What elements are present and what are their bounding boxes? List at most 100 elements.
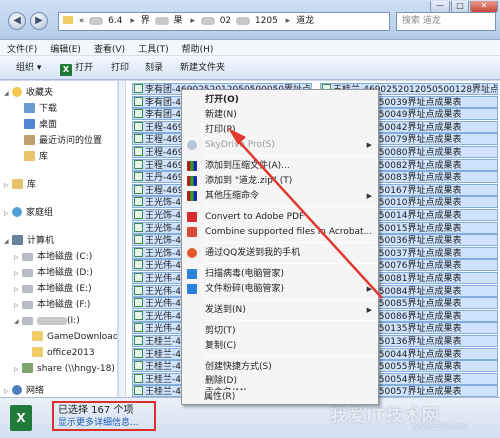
menu-item-copy[interactable]: 复制(C)	[184, 339, 376, 353]
excel-file-icon	[134, 96, 143, 106]
nav-disk-c[interactable]: ▷ 本地磁盘 (C:)	[14, 249, 92, 265]
menu-item-properties[interactable]: 属性(R)	[183, 390, 375, 404]
breadcrumb-overflow[interactable]: «	[79, 16, 85, 26]
menu-tools[interactable]: 工具(T)	[131, 40, 175, 55]
context-menu: 打开(O) 新建(N) 打印(P) SkyDrive Pro(S) ▶ 添加到压缩…	[181, 89, 379, 405]
nav-network[interactable]: ▷ 网络	[4, 383, 44, 397]
back-button[interactable]: ◀	[8, 12, 26, 30]
menu-item-skydrive[interactable]: SkyDrive Pro(S) ▶	[184, 138, 376, 152]
search-input[interactable]: 搜索 道龙	[396, 12, 496, 31]
expand-triangle-icon[interactable]: ▷	[4, 206, 12, 222]
menu-label: SkyDrive Pro(S)	[205, 140, 275, 150]
menu-label: 发送到(N)	[205, 305, 246, 315]
show-more-details-link[interactable]: 显示更多详细信息...	[58, 417, 150, 429]
shield-icon	[187, 269, 197, 279]
expand-triangle-icon[interactable]: ▷	[14, 250, 22, 266]
expand-triangle-icon[interactable]: ◢	[4, 86, 12, 102]
nav-label: 库	[39, 152, 49, 162]
menu-item-convert-pdf[interactable]: Convert to Adobe PDF	[184, 210, 376, 224]
open-button[interactable]: X 打开	[60, 61, 93, 76]
menu-file[interactable]: 文件(F)	[0, 40, 43, 55]
nav-recent[interactable]: 最近访问的位置	[24, 133, 102, 149]
menu-edit[interactable]: 编辑(E)	[43, 40, 87, 55]
nav-libraries[interactable]: ▷ 库	[4, 177, 36, 193]
burn-button[interactable]: 刻录	[145, 61, 163, 75]
menu-separator	[209, 356, 375, 357]
expand-triangle-icon[interactable]: ▷	[4, 178, 12, 194]
forward-button[interactable]: ▶	[30, 12, 48, 30]
nav-disk-d[interactable]: ▷ 本地磁盘 (D:)	[14, 265, 93, 281]
submenu-arrow-icon: ▶	[366, 306, 372, 314]
expand-triangle-icon[interactable]: ◢	[14, 314, 22, 330]
menu-item-create-shortcut[interactable]: 创建快捷方式(S)	[184, 360, 376, 374]
menu-item-combine-pdf[interactable]: Combine supported files in Acrobat...	[184, 225, 376, 239]
breadcrumb-item[interactable]: 02	[220, 16, 231, 26]
menu-item-add-archive[interactable]: 添加到压缩文件(A)...	[184, 159, 376, 173]
nav-folder-gamedownload[interactable]: GameDownload	[32, 329, 118, 345]
nav-computer[interactable]: ◢ 计算机	[4, 233, 54, 249]
menu-item-new[interactable]: 新建(N)	[184, 108, 376, 122]
nav-removable[interactable]: ◢ (I:)	[14, 313, 80, 329]
excel-file-icon	[134, 373, 143, 383]
menu-item-send-qq[interactable]: 通过QQ发送到我的手机	[184, 246, 376, 260]
file-name: 王程-469	[145, 135, 184, 146]
menu-label: 其他压缩命令	[205, 191, 260, 201]
menu-view[interactable]: 查看(V)	[87, 40, 131, 55]
skydrive-icon	[187, 140, 197, 150]
menu-item-other-compress[interactable]: 其他压缩命令 ▶	[184, 189, 376, 203]
menu-bar: 文件(F) 编辑(E) 查看(V) 工具(T) 帮助(H)	[0, 40, 500, 56]
nav-homegroup[interactable]: ▷ 家庭组	[4, 205, 53, 221]
chevron-right-icon[interactable]: ▸	[130, 16, 135, 26]
print-button[interactable]: 打印	[111, 61, 129, 75]
expand-triangle-icon[interactable]: ▷	[4, 384, 12, 397]
nav-favorites[interactable]: ◢ 收藏夹	[4, 85, 53, 101]
expand-triangle-icon[interactable]: ▷	[14, 266, 22, 282]
menu-label: 添加到压缩文件(A)...	[205, 161, 290, 171]
expand-triangle-icon[interactable]: ▷	[14, 298, 22, 314]
menu-item-cut[interactable]: 剪切(T)	[184, 324, 376, 338]
nav-label: 本地磁盘 (F:)	[37, 300, 91, 310]
breadcrumb-item[interactable]: 果	[174, 16, 183, 26]
expand-triangle-icon[interactable]: ◢	[4, 234, 12, 250]
menu-item-shred[interactable]: 文件粉碎(电脑管家) ▶	[184, 282, 376, 296]
nav-label: 本地磁盘 (C:)	[37, 252, 93, 262]
chevron-right-icon[interactable]: ▸	[286, 16, 291, 26]
nav-disk-e[interactable]: ▷ 本地磁盘 (E:)	[14, 281, 92, 297]
watermark-url: www.52ij.com	[412, 422, 468, 431]
nav-disk-f[interactable]: ▷ 本地磁盘 (F:)	[14, 297, 90, 313]
recent-places-icon	[24, 135, 35, 145]
blurred-segment	[154, 16, 169, 25]
menu-item-print[interactable]: 打印(P)	[184, 123, 376, 137]
breadcrumb-current[interactable]: 道龙	[296, 16, 314, 26]
nav-share[interactable]: ▷ share (\\hngy-18) (	[14, 361, 117, 378]
submenu-arrow-icon: ▶	[366, 285, 372, 293]
nav-library-fav[interactable]: 库	[24, 149, 48, 165]
library-icon	[12, 179, 23, 189]
menu-item-send-to[interactable]: 发送到(N) ▶	[184, 303, 376, 317]
nav-desktop[interactable]: 桌面	[24, 117, 57, 133]
expand-triangle-icon[interactable]: ▷	[14, 282, 22, 298]
new-folder-button[interactable]: 新建文件夹	[180, 61, 225, 75]
nav-downloads[interactable]: 下载	[24, 101, 57, 117]
menu-help[interactable]: 帮助(H)	[175, 40, 220, 55]
menu-item-open[interactable]: 打开(O)	[184, 93, 376, 107]
breadcrumb-item[interactable]: 1205	[255, 16, 278, 26]
nav-folder-office2013[interactable]: office2013	[32, 345, 95, 361]
download-folder-icon	[24, 103, 35, 113]
organize-button[interactable]: 组织 ▾	[16, 61, 41, 75]
selection-highlight-box: 已选择 167 个项 显示更多详细信息...	[52, 401, 156, 431]
nav-label: 库	[27, 180, 37, 190]
nav-label: GameDownload	[47, 332, 118, 342]
expand-triangle-icon[interactable]: ▷	[14, 362, 22, 378]
breadcrumb-item[interactable]: 界	[141, 16, 150, 26]
nav-scrollbar[interactable]	[119, 81, 125, 397]
excel-file-icon	[134, 210, 143, 219]
hard-disk-icon	[22, 285, 33, 293]
menu-separator	[209, 155, 375, 156]
menu-item-add-zip[interactable]: 添加到 "道龙.zip" (T)	[184, 174, 376, 188]
breadcrumb-item[interactable]: 6.4	[108, 16, 122, 26]
acrobat-icon	[187, 212, 197, 222]
address-bar[interactable]: « 6.4 ▸ 界 果 ▸ 02 1205 ▸ 道龙	[58, 12, 390, 31]
chevron-right-icon[interactable]: ▸	[190, 16, 195, 26]
menu-item-scan-virus[interactable]: 扫描病毒(电脑管家)	[184, 267, 376, 281]
